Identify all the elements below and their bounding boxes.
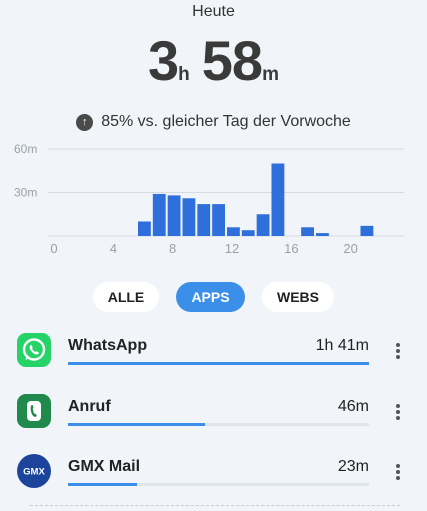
app-name: WhatsApp — [68, 337, 148, 354]
chart-bar — [167, 195, 181, 236]
chart-bar — [256, 214, 270, 236]
app-time: 1h 41m — [315, 337, 369, 354]
x-tick-label: 16 — [284, 241, 298, 256]
whatsapp-icon — [17, 333, 51, 367]
more-options-icon[interactable] — [390, 394, 406, 428]
usage-chart: 60m 30m 0 4 8 12 16 20 — [14, 142, 404, 256]
gmx-logo-text: GMX — [23, 467, 45, 478]
comparison-text: 85% vs. gleicher Tag der Vorwoche — [101, 113, 351, 130]
phone-icon — [17, 394, 51, 428]
app-name: Anruf — [68, 398, 111, 415]
y-tick-label: 30m — [14, 186, 37, 200]
app-row-anruf[interactable]: Anruf 46m — [0, 394, 427, 442]
x-tick-label: 8 — [169, 241, 176, 256]
minutes-unit: m — [262, 64, 279, 85]
x-tick-label: 0 — [50, 241, 57, 256]
total-hours: 3 — [148, 29, 179, 92]
usage-bar-track — [68, 423, 369, 426]
app-time: 46m — [337, 398, 369, 415]
app-time: 23m — [337, 458, 369, 475]
usage-bar-fill — [68, 423, 205, 426]
gmx-icon: GMX — [17, 454, 51, 488]
chart-bar — [360, 225, 374, 236]
tab-alle[interactable]: ALLE — [93, 282, 159, 312]
tab-webs[interactable]: WEBS — [262, 282, 334, 312]
chart-bar — [241, 230, 255, 236]
comparison: ↑ 85% vs. gleicher Tag der Vorwoche — [0, 113, 427, 131]
app-row-whatsapp[interactable]: WhatsApp 1h 41m — [0, 333, 427, 381]
chart-bar — [227, 227, 240, 236]
app-row-gmx-mail[interactable]: GMX GMX Mail 23m — [0, 454, 427, 502]
total-time: 3h 58m — [0, 28, 427, 93]
more-options-icon[interactable] — [390, 333, 406, 367]
y-tick-label: 60m — [14, 142, 37, 156]
x-tick-label: 12 — [225, 241, 239, 256]
usage-bar-track — [68, 362, 369, 365]
usage-bar-fill — [68, 362, 369, 365]
divider — [30, 505, 400, 506]
chart-bar — [271, 163, 285, 236]
chart-bar — [197, 204, 211, 236]
x-tick-label: 20 — [343, 241, 357, 256]
chart-bar — [212, 204, 225, 236]
chart-bar — [138, 221, 151, 236]
chart-bar — [301, 227, 314, 236]
arrow-up-icon: ↑ — [76, 114, 94, 131]
app-name: GMX Mail — [68, 458, 141, 475]
x-tick-label: 4 — [110, 241, 117, 256]
hours-unit: h — [178, 64, 190, 85]
more-options-icon[interactable] — [390, 454, 406, 488]
usage-bar-fill — [68, 483, 138, 486]
usage-bar-track — [68, 483, 369, 486]
tab-apps[interactable]: APPS — [176, 282, 245, 312]
chart-bar — [316, 233, 329, 236]
chart-bar — [152, 193, 166, 236]
filter-tabs: ALLE APPS WEBS — [0, 282, 427, 312]
page-title: Heute — [192, 3, 235, 20]
chart-bar — [182, 198, 196, 236]
total-minutes: 58 — [201, 29, 263, 92]
